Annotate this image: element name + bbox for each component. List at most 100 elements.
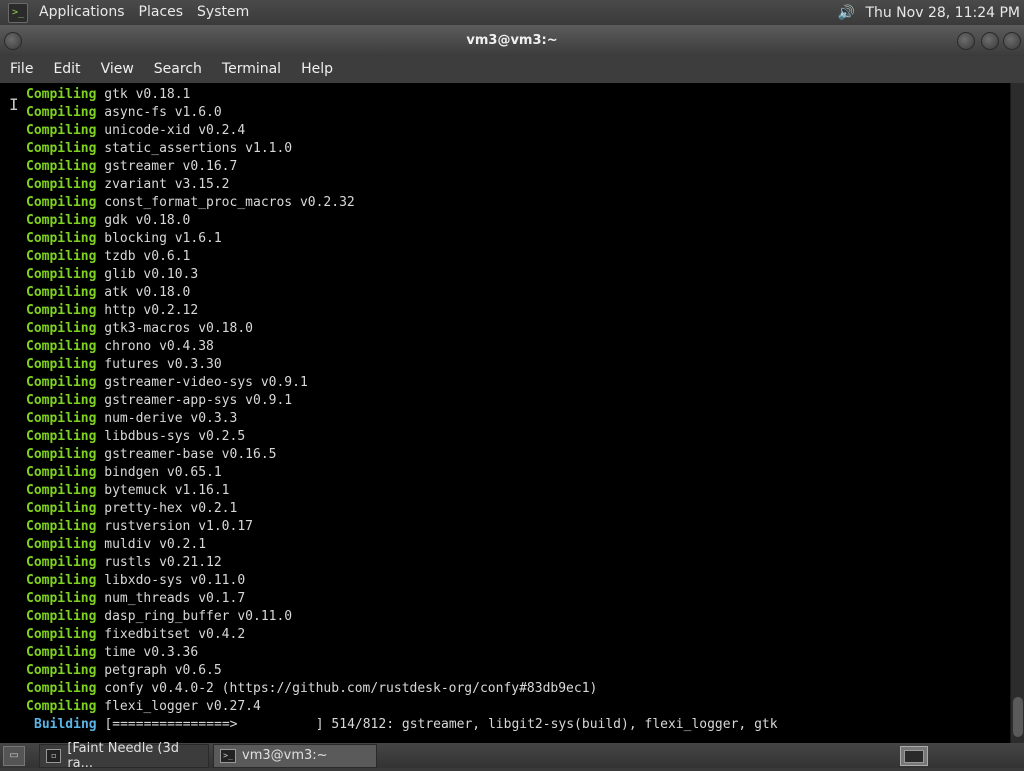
compiling-keyword: Compiling [26,285,97,300]
terminal-output[interactable]: I Compiling gtk v0.18.1 Compiling async-f… [0,83,1010,743]
terminal-line: Compiling chrono v0.4.38 [26,338,778,356]
scroll-thumb[interactable] [1013,697,1023,737]
compiling-keyword: Compiling [26,519,97,534]
top-panel: >_ Applications Places System 🔊 Thu Nov … [0,0,1024,25]
crate-text: flexi_logger v0.27.4 [96,699,261,714]
terminal-line: Compiling atk v0.18.0 [26,284,778,302]
building-progress-text: [===============> ] 514/812: gstreamer, … [96,717,778,732]
compiling-keyword: Compiling [26,483,97,498]
terminal-launcher-icon[interactable]: >_ [8,2,28,23]
compiling-keyword: Compiling [26,537,97,552]
terminal-line: Compiling fixedbitset v0.4.2 [26,626,778,644]
terminal-line: Compiling bytemuck v1.16.1 [26,482,778,500]
compiling-keyword: Compiling [26,645,97,660]
bottom-panel: ▭ ◻ [Faint Needle (3d ra... >_ vm3@vm3:~ [0,740,1024,771]
crate-text: blocking v1.6.1 [96,231,222,246]
menu-help[interactable]: Help [291,56,343,83]
window-title-bar[interactable]: vm3@vm3:~ [0,25,1024,56]
compiling-keyword: Compiling [26,267,97,282]
compiling-keyword: Compiling [26,339,97,354]
crate-text: libdbus-sys v0.2.5 [96,429,246,444]
taskbar-item-label: [Faint Needle (3d ra... [67,740,180,771]
terminal-line: Compiling zvariant v3.15.2 [26,176,778,194]
crate-text: glib v0.10.3 [96,267,199,282]
compiling-keyword: Compiling [26,249,97,264]
taskbar-item-faint-needle[interactable]: ◻ [Faint Needle (3d ra... [39,740,209,771]
menu-terminal[interactable]: Terminal [212,56,291,83]
crate-text: zvariant v3.15.2 [96,177,230,192]
crate-text: http v0.2.12 [96,303,199,318]
terminal-line: Compiling gdk v0.18.0 [26,212,778,230]
compiling-keyword: Compiling [26,681,97,696]
menu-edit[interactable]: Edit [43,56,90,83]
panel-menus: Applications Places System [32,0,256,25]
terminal-line: Compiling http v0.2.12 [26,302,778,320]
crate-text: rustls v0.21.12 [96,555,222,570]
crate-text: async-fs v1.6.0 [96,105,222,120]
crate-text: fixedbitset v0.4.2 [96,627,246,642]
compiling-keyword: Compiling [26,195,97,210]
maximize-button[interactable] [981,32,999,50]
volume-icon[interactable]: 🔊 [837,4,855,22]
compiling-keyword: Compiling [26,231,97,246]
crate-text: const_format_proc_macros v0.2.32 [96,195,355,210]
panel-tray: 🔊 Thu Nov 28, 11:24 PM [837,0,1020,25]
crate-text: petgraph v0.6.5 [96,663,222,678]
terminal-line: Compiling gtk3-macros v0.18.0 [26,320,778,338]
taskbar-item-terminal[interactable]: >_ vm3@vm3:~ [213,743,377,768]
clock[interactable]: Thu Nov 28, 11:24 PM [865,5,1020,21]
menu-file[interactable]: File [0,56,43,83]
compiling-keyword: Compiling [26,123,97,138]
workspace-switcher[interactable] [900,746,928,766]
crate-text: libxdo-sys v0.11.0 [96,573,246,588]
crate-text: atk v0.18.0 [96,285,191,300]
compiling-keyword: Compiling [26,393,97,408]
menu-view[interactable]: View [91,56,144,83]
compiling-keyword: Compiling [26,141,97,156]
terminal-line: Compiling const_format_proc_macros v0.2.… [26,194,778,212]
compiling-keyword: Compiling [26,429,97,444]
minimize-button[interactable] [957,32,975,50]
window-title: vm3@vm3:~ [466,33,558,48]
compiling-keyword: Compiling [26,87,97,102]
compiling-keyword: Compiling [26,321,97,336]
terminal-line: Compiling tzdb v0.6.1 [26,248,778,266]
window-icon: ◻ [46,748,62,763]
crate-text: rustversion v1.0.17 [96,519,253,534]
compiling-keyword: Compiling [26,465,97,480]
terminal-lines: Compiling gtk v0.18.1 Compiling async-fs … [26,86,778,734]
system-menu[interactable]: System [190,0,256,25]
crate-text: futures v0.3.30 [96,357,222,372]
terminal-line: Compiling rustversion v1.0.17 [26,518,778,536]
compiling-keyword: Compiling [26,699,97,714]
crate-text: tzdb v0.6.1 [96,249,191,264]
compiling-keyword: Compiling [26,411,97,426]
crate-text: gtk3-macros v0.18.0 [96,321,253,336]
applications-menu[interactable]: Applications [32,0,132,25]
crate-text: gstreamer-app-sys v0.9.1 [96,393,293,408]
crate-text: gstreamer-base v0.16.5 [96,447,277,462]
terminal-scrollbar[interactable] [1010,83,1024,743]
close-button[interactable] [1003,32,1021,50]
crate-text: muldiv v0.2.1 [96,537,207,552]
terminal-menu-bar: File Edit View Search Terminal Help [0,56,1024,83]
terminal-line: Compiling static_assertions v1.1.0 [26,140,778,158]
crate-text: unicode-xid v0.2.4 [96,123,246,138]
show-desktop-button[interactable]: ▭ [3,745,25,766]
taskbar-item-label: vm3@vm3:~ [242,748,328,763]
crate-text: bindgen v0.65.1 [96,465,222,480]
menu-search[interactable]: Search [144,56,212,83]
terminal-line: Compiling gstreamer-app-sys v0.9.1 [26,392,778,410]
crate-text: bytemuck v1.16.1 [96,483,230,498]
terminal-line: Compiling bindgen v0.65.1 [26,464,778,482]
terminal-line: Compiling libdbus-sys v0.2.5 [26,428,778,446]
compiling-keyword: Compiling [26,591,97,606]
terminal-line: Compiling dasp_ring_buffer v0.11.0 [26,608,778,626]
crate-text: num_threads v0.1.7 [96,591,246,606]
crate-text: time v0.3.36 [96,645,199,660]
places-menu[interactable]: Places [132,0,191,25]
compiling-keyword: Compiling [26,609,97,624]
compiling-keyword: Compiling [26,627,97,642]
compiling-keyword: Compiling [26,159,97,174]
terminal-line: Compiling gstreamer v0.16.7 [26,158,778,176]
